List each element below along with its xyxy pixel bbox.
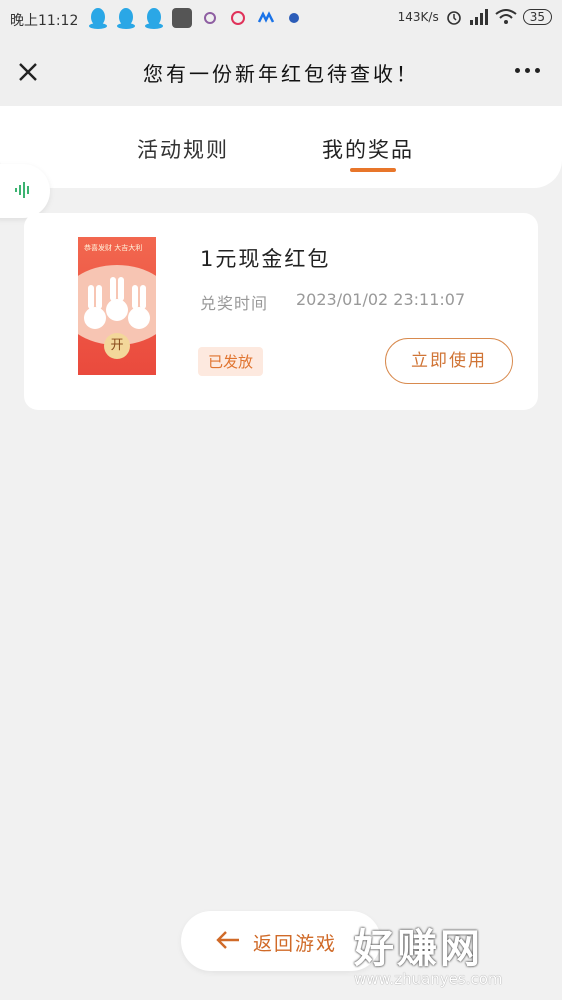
app-logo-icon: [231, 11, 245, 25]
status-right: 143K/s 35: [398, 8, 552, 26]
net-speed: 143K/s: [397, 10, 439, 24]
watermark: 好赚网 www.zhuanyes.com: [354, 916, 554, 988]
tab-bar: 活动规则 我的奖品: [0, 106, 562, 188]
watermark-text: 好赚网: [354, 926, 483, 972]
red-envelope-thumbnail: 恭喜发财 大吉大利 开: [78, 237, 156, 375]
use-now-button[interactable]: 立即使用: [385, 338, 513, 384]
prize-card: 恭喜发财 大吉大利 开 1元现金红包 兑奖时间 2023/01/02 23:11…: [24, 213, 538, 410]
active-tab-indicator: [350, 168, 396, 172]
app-icon: [172, 8, 192, 28]
tab-rules[interactable]: 活动规则: [137, 134, 229, 164]
more-menu-icon[interactable]: [515, 68, 540, 73]
tab-my-prizes[interactable]: 我的奖品: [322, 134, 414, 164]
app-logo-icon: [257, 11, 275, 23]
signal-icon: [469, 9, 488, 25]
thumb-caption: 恭喜发财 大吉大利: [84, 244, 143, 252]
bunny-icon: [84, 285, 106, 329]
wifi-icon: [495, 9, 517, 24]
redeem-time-value: 2023/01/02 23:11:07: [296, 290, 466, 309]
return-to-game-button[interactable]: 返回游戏: [181, 911, 381, 971]
bunny-icon: [128, 285, 150, 329]
alarm-icon: [446, 11, 461, 25]
bunny-icon: [106, 277, 128, 321]
redeem-time-label: 兑奖时间: [200, 294, 269, 313]
voice-button[interactable]: [0, 164, 50, 218]
qq-icon: [117, 8, 135, 29]
status-bar: 晚上11:12 143K/s 35: [0, 0, 562, 38]
arrow-left-icon: [216, 931, 239, 949]
watermark-url: www.zhuanyes.com: [354, 970, 503, 988]
page-title: 您有一份新年红包待查收！: [143, 62, 419, 86]
status-time: 晚上11:12: [10, 13, 79, 29]
notification-icons: [88, 7, 304, 29]
return-label: 返回游戏: [253, 933, 338, 955]
app-logo-icon: [204, 12, 216, 24]
qq-icon: [145, 8, 163, 29]
battery-indicator: 35: [522, 9, 552, 25]
title-bar: 您有一份新年红包待查收！: [0, 38, 562, 106]
open-coin: 开: [104, 333, 130, 359]
status-badge: 已发放: [198, 347, 264, 376]
app-logo-icon: [289, 13, 299, 23]
prize-name: 1元现金红包: [200, 247, 331, 271]
qq-icon: [89, 8, 107, 29]
sound-wave-icon: [15, 182, 29, 198]
